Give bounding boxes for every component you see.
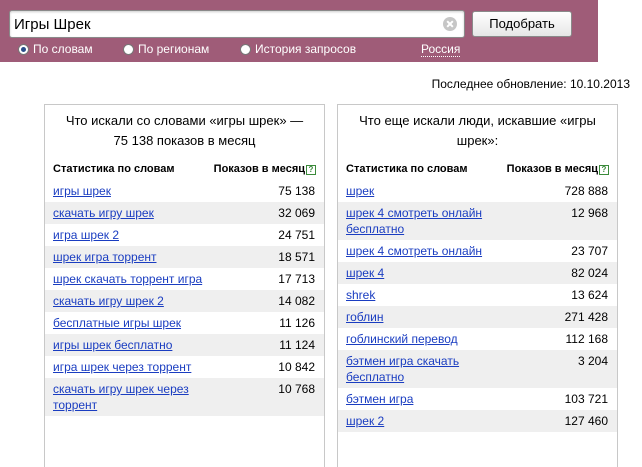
impression-count: 12 968 — [571, 206, 608, 220]
help-icon[interactable]: ? — [306, 165, 316, 175]
impression-count: 728 888 — [564, 184, 608, 198]
table-row: бесплатные игры шрек 11 126 — [45, 312, 324, 334]
table-row: бэтмен игра скачать бесплатно 3 204 — [338, 350, 617, 388]
impression-count: 11 126 — [279, 316, 315, 330]
right-table-rows: шрек 728 888 шрек 4 смотреть онлайн беспл… — [338, 180, 617, 432]
column-header-words: Статистика по словам — [53, 163, 175, 175]
search-input[interactable] — [14, 13, 434, 35]
panel-title: Что искали со словами «игры шрек» — 75 1… — [65, 113, 304, 148]
impression-count: 32 069 — [278, 206, 315, 220]
table-row: шрек 728 888 — [338, 180, 617, 202]
table-row: скачать игру шрек 2 14 082 — [45, 290, 324, 312]
impression-count: 18 571 — [278, 250, 315, 264]
column-header-impressions: Показов в месяц? — [507, 163, 609, 175]
phrase-link[interactable]: шрек — [346, 183, 506, 199]
impression-count: 103 721 — [564, 392, 608, 406]
mode-history[interactable]: История запросов — [240, 42, 356, 58]
phrase-link[interactable]: скачать игру шрек через торрент — [53, 381, 213, 413]
table-row: скачать игру шрек 32 069 — [45, 202, 324, 224]
region-link[interactable]: Россия — [421, 42, 461, 57]
column-header-impressions: Показов в месяц? — [214, 163, 316, 175]
submit-button[interactable]: Подобрать — [472, 11, 572, 37]
impression-count: 82 024 — [571, 266, 608, 280]
table-row: игра шрек через торрент 10 842 — [45, 356, 324, 378]
impression-count: 13 624 — [571, 288, 608, 302]
phrase-link[interactable]: шрек игра торрент — [53, 249, 213, 265]
table-header: Статистика по словам Показов в месяц? — [53, 163, 316, 177]
panel-title: Что еще искали люди, искавшие «игры шрек… — [359, 113, 596, 148]
phrase-link[interactable]: шрек 4 смотреть онлайн бесплатно — [346, 205, 506, 237]
phrase-link[interactable]: шрек 4 — [346, 265, 506, 281]
table-row: шрек 4 смотреть онлайн бесплатно 12 968 — [338, 202, 617, 240]
mode-label: История запросов — [255, 42, 357, 56]
impression-count: 23 707 — [571, 244, 608, 258]
phrase-link[interactable]: скачать игру шрек — [53, 205, 213, 221]
column-header-label: Показов в месяц — [213, 163, 305, 175]
table-row: шрек 2 127 460 — [338, 410, 617, 432]
mode-by-regions[interactable]: По регионам — [123, 42, 209, 58]
last-update: Последнее обновление: 10.10.2013 — [431, 77, 630, 91]
mode-by-words[interactable]: По словам — [18, 42, 93, 58]
impression-count: 11 124 — [279, 338, 315, 352]
phrase-link[interactable]: игры шрек — [53, 183, 213, 199]
impression-count: 10 842 — [278, 360, 315, 374]
impression-count: 127 460 — [564, 414, 608, 428]
column-header-label: Показов в месяц — [506, 163, 598, 175]
table-row: гоблин 271 428 — [338, 306, 617, 328]
impression-count: 75 138 — [278, 184, 315, 198]
impression-count: 3 204 — [577, 354, 608, 368]
phrase-link[interactable]: бесплатные игры шрек — [53, 315, 213, 331]
impression-count: 24 751 — [278, 228, 315, 242]
search-mode-group: По словам По регионам История запросов Р… — [18, 42, 578, 58]
phrase-link[interactable]: игры шрек бесплатно — [53, 337, 213, 353]
radio-selected-icon[interactable] — [18, 44, 29, 55]
search-input-wrapper[interactable] — [9, 10, 465, 38]
table-row: игра шрек 2 24 751 — [45, 224, 324, 246]
phrase-link[interactable]: игра шрек через торрент — [53, 359, 213, 375]
impression-count: 10 768 — [278, 382, 315, 396]
table-header: Статистика по словам Показов в месяц? — [346, 163, 609, 177]
table-row: бэтмен игра 103 721 — [338, 388, 617, 410]
phrase-link[interactable]: гоблинский перевод — [346, 331, 506, 347]
help-icon[interactable]: ? — [599, 165, 609, 175]
phrase-link[interactable]: шрек 2 — [346, 413, 506, 429]
right-panel: Что еще искали люди, искавшие «игры шрек… — [337, 104, 618, 467]
table-row: гоблинский перевод 112 168 — [338, 328, 617, 350]
phrase-link[interactable]: shrek — [346, 287, 506, 303]
left-panel: Что искали со словами «игры шрек» — 75 1… — [44, 104, 325, 467]
phrase-link[interactable]: игра шрек 2 — [53, 227, 213, 243]
phrase-link[interactable]: гоблин — [346, 309, 506, 325]
table-row: игры шрек 75 138 — [45, 180, 324, 202]
table-row: shrek 13 624 — [338, 284, 617, 306]
impression-count: 14 082 — [278, 294, 315, 308]
mode-label: По регионам — [138, 42, 210, 56]
table-row: шрек скачать торрент игра 17 713 — [45, 268, 324, 290]
table-row: шрек игра торрент 18 571 — [45, 246, 324, 268]
phrase-link[interactable]: бэтмен игра — [346, 391, 506, 407]
banner-arrow — [582, 0, 596, 62]
table-row: шрек 4 82 024 — [338, 262, 617, 284]
impression-count: 271 428 — [564, 310, 608, 324]
clear-icon[interactable] — [443, 17, 457, 31]
radio-icon[interactable] — [123, 44, 134, 55]
radio-icon[interactable] — [240, 44, 251, 55]
table-row: игры шрек бесплатно 11 124 — [45, 334, 324, 356]
impression-count: 112 168 — [565, 332, 609, 346]
phrase-link[interactable]: шрек 4 смотреть онлайн — [346, 243, 506, 259]
column-header-words: Статистика по словам — [346, 163, 468, 175]
left-table-rows: игры шрек 75 138 скачать игру шрек 32 069 … — [45, 180, 324, 416]
table-row: скачать игру шрек через торрент 10 768 — [45, 378, 324, 416]
mode-label: По словам — [33, 42, 93, 56]
impression-count: 17 713 — [278, 272, 315, 286]
table-row: шрек 4 смотреть онлайн 23 707 — [338, 240, 617, 262]
phrase-link[interactable]: скачать игру шрек 2 — [53, 293, 213, 309]
phrase-link[interactable]: бэтмен игра скачать бесплатно — [346, 353, 506, 385]
search-banner: Подобрать По словам По регионам История … — [0, 0, 598, 62]
phrase-link[interactable]: шрек скачать торрент игра — [53, 271, 213, 287]
